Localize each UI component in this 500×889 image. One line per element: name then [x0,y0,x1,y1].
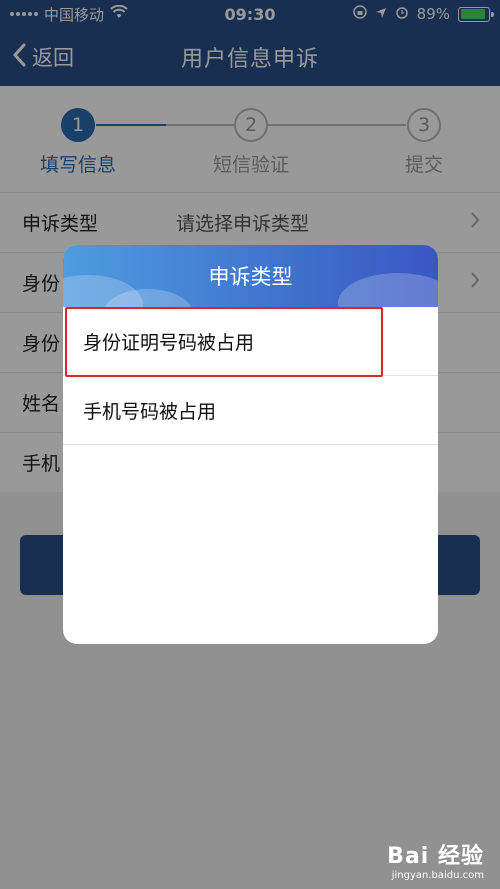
watermark-site: jingyan.baidu.com [391,870,484,881]
option-phone-occupied[interactable]: 手机号码被占用 [63,376,438,445]
watermark-brand: Bai 经验 [387,844,484,869]
modal-title: 申诉类型 [208,265,293,289]
modal-header: 申诉类型 [63,245,438,339]
appeal-type-picker: 申诉类型 身份证明号码被占用 手机号码被占用 [63,245,438,644]
option-label: 手机号码被占用 [83,400,217,423]
watermark: Bai 经验 jingyan.baidu.com [387,838,484,881]
highlight-annotation [65,307,383,377]
